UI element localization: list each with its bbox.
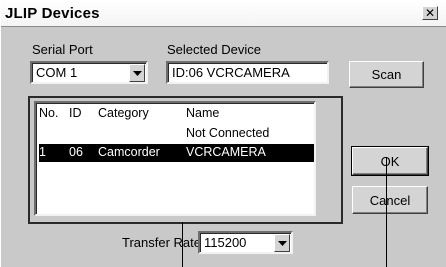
column-header-category[interactable]: Category — [98, 106, 149, 122]
transfer-rate-label: Transfer Rate — [122, 235, 201, 250]
row-id: 06 — [69, 145, 83, 159]
callout-leader-line — [386, 157, 387, 267]
column-header-id[interactable]: ID — [69, 106, 82, 122]
serial-port-combobox[interactable]: COM 1 — [30, 61, 148, 84]
column-header-name[interactable]: Name — [186, 106, 219, 122]
cancel-button[interactable]: Cancel — [352, 186, 428, 214]
list-item[interactable]: Not Connected — [39, 125, 314, 143]
scan-button[interactable]: Scan — [349, 61, 424, 88]
ok-button[interactable]: OK — [351, 146, 429, 176]
title-bar: JLIP Devices ✕ — [1, 1, 446, 27]
transfer-rate-dropdown-button[interactable] — [274, 234, 290, 252]
row-name: Not Connected — [186, 126, 270, 140]
row-name: VCRCAMERA — [186, 145, 266, 159]
close-icon: ✕ — [424, 6, 436, 20]
window-title: JLIP Devices — [5, 5, 100, 22]
close-button[interactable]: ✕ — [422, 6, 438, 20]
serial-port-value: COM 1 — [36, 65, 78, 80]
row-no: 1 — [39, 145, 46, 159]
selected-device-field[interactable]: ID:06 VCRCAMERA — [166, 61, 329, 84]
list-item-selected[interactable]: 1 06 Camcorder VCRCAMERA — [39, 144, 314, 162]
chevron-down-icon — [278, 241, 287, 246]
selected-device-label: Selected Device — [167, 42, 261, 57]
selected-device-value: ID:06 VCRCAMERA — [172, 65, 290, 80]
serial-port-label: Serial Port — [32, 42, 93, 57]
column-header-no[interactable]: No. — [39, 106, 58, 122]
transfer-rate-value: 115200 — [204, 235, 247, 250]
jlip-devices-dialog: JLIP Devices ✕ Serial Port COM 1 Selecte… — [0, 0, 446, 267]
callout-leader-line — [182, 222, 183, 267]
row-category: Camcorder — [98, 145, 160, 159]
transfer-rate-combobox[interactable]: 115200 — [198, 231, 293, 254]
serial-port-dropdown-button[interactable] — [129, 64, 145, 82]
device-listbox[interactable]: No. ID Category Name Not Connected 1 06 … — [34, 101, 316, 216]
chevron-down-icon — [133, 71, 142, 76]
